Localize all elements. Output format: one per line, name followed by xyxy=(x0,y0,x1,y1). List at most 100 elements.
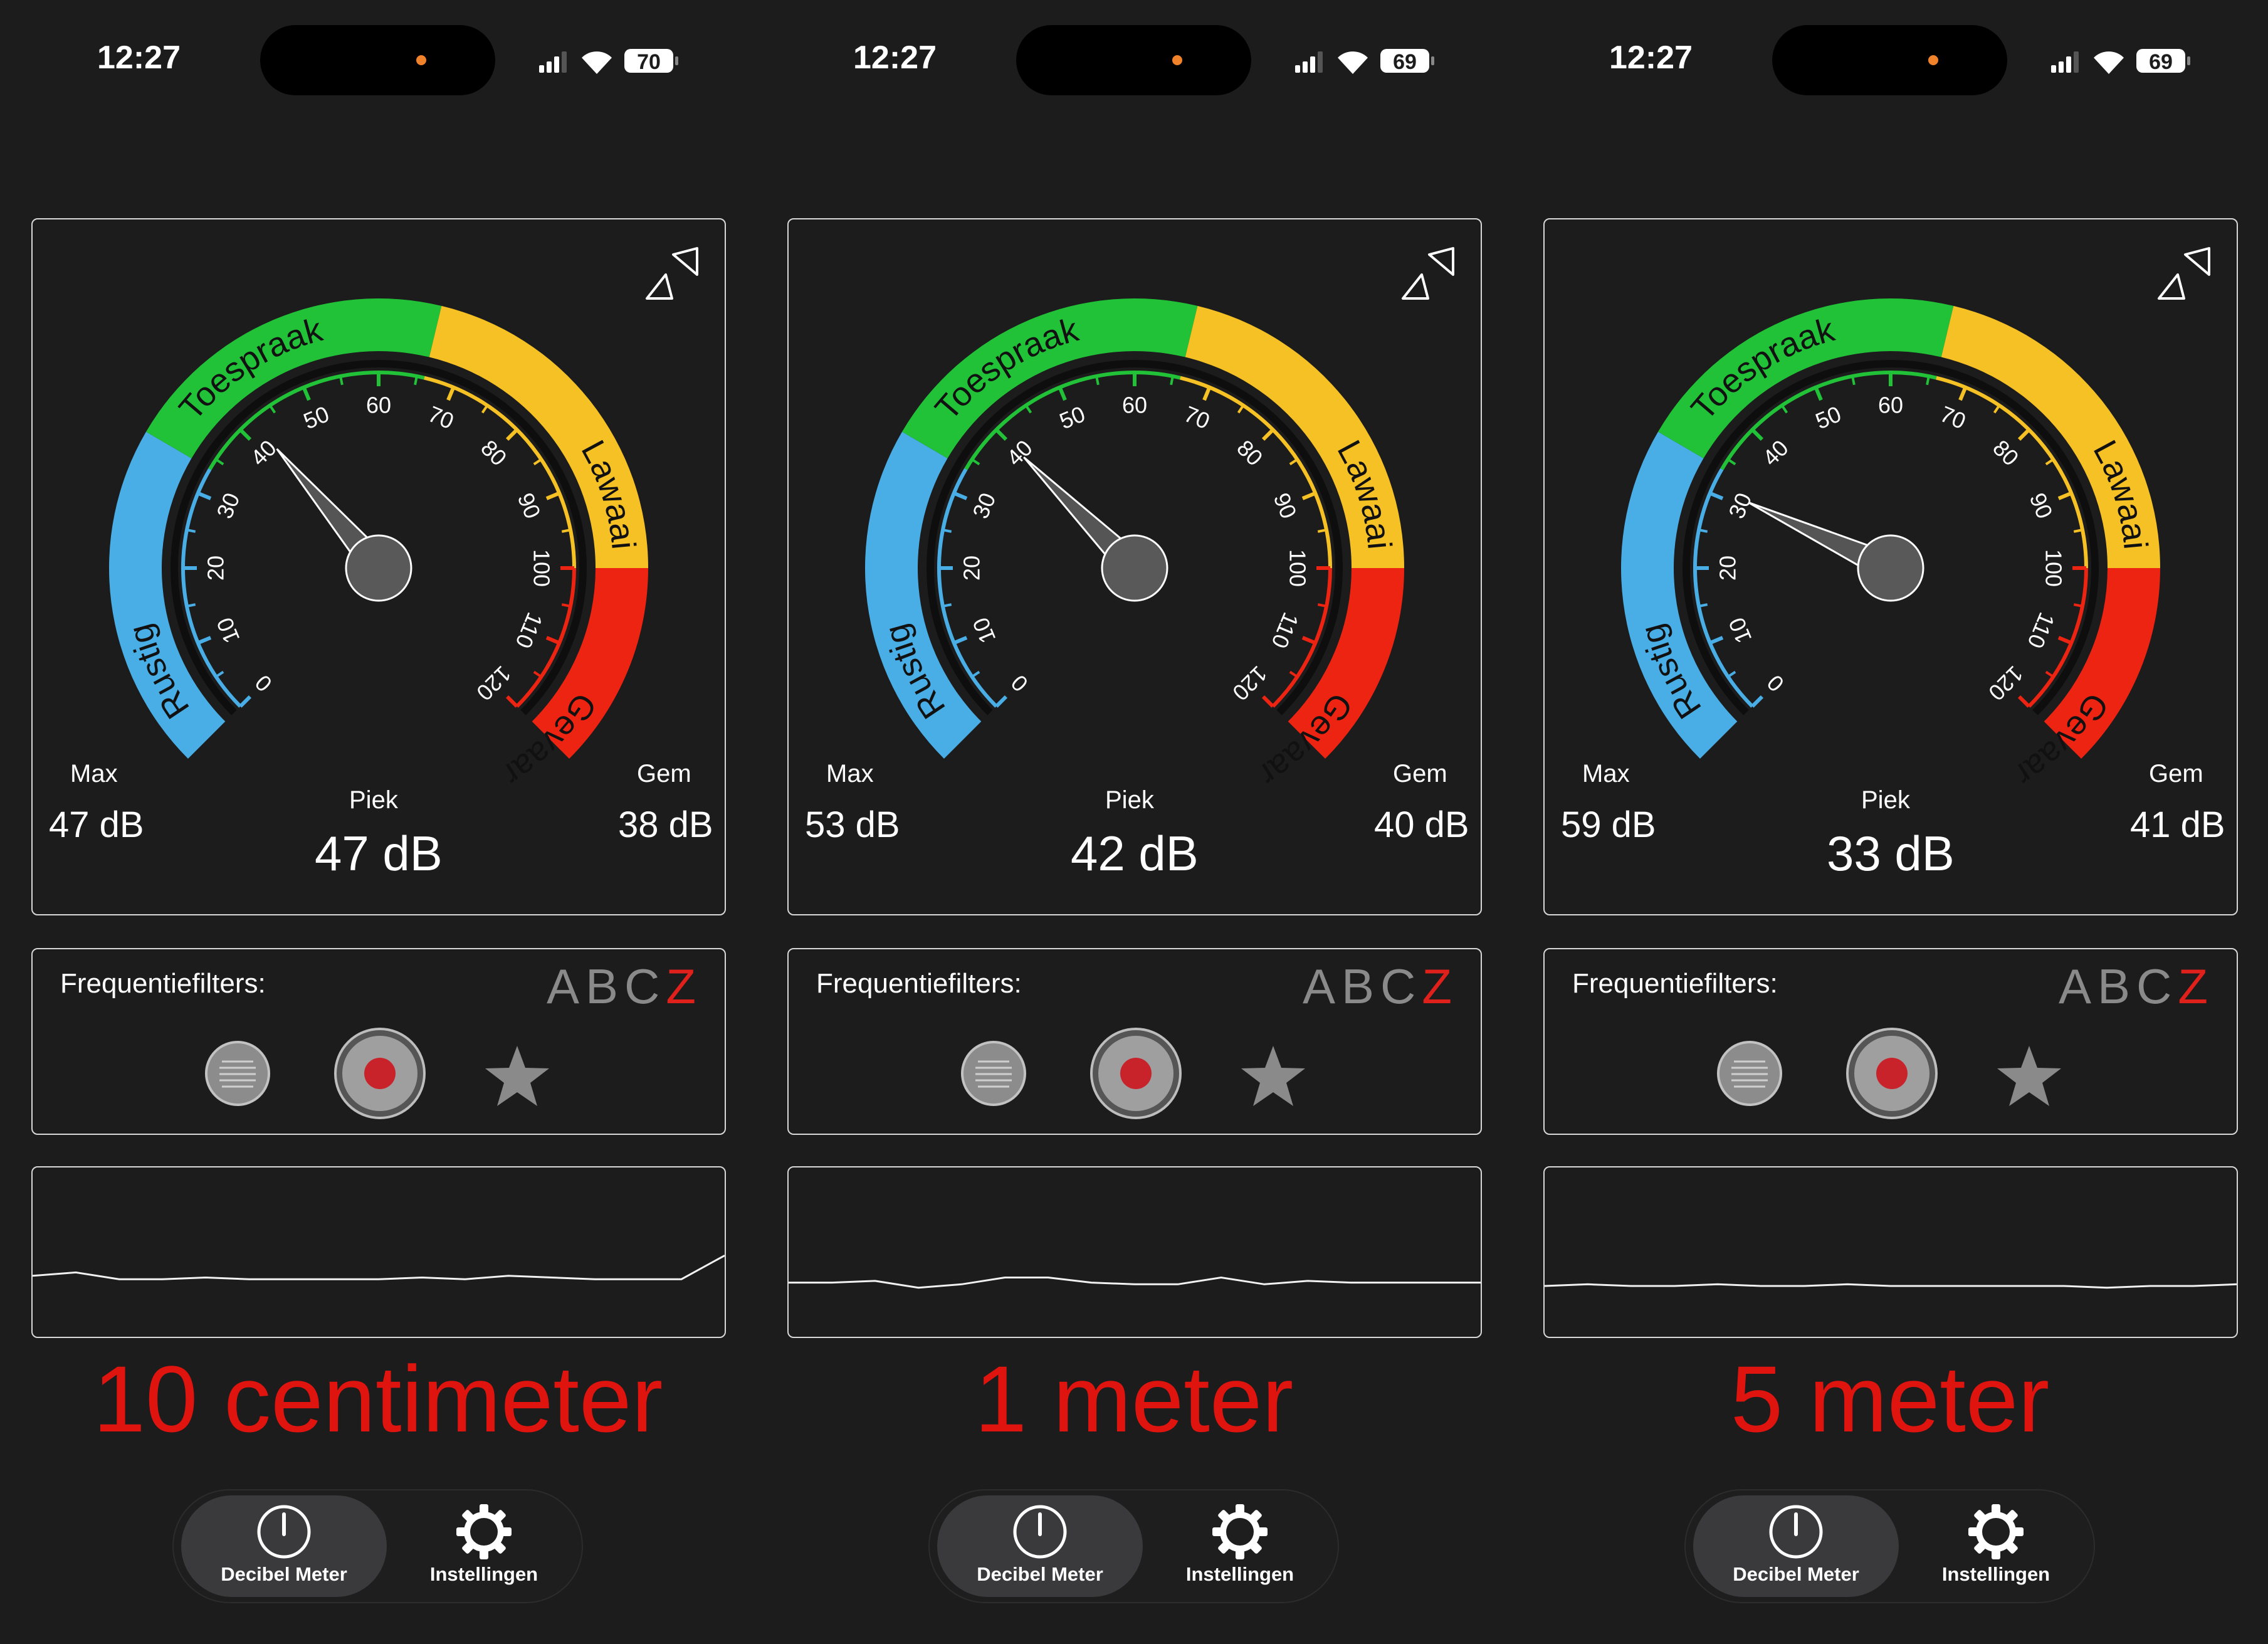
battery-icon: 69 xyxy=(1380,49,1434,74)
scale-label: 20 xyxy=(959,556,985,581)
filter-c[interactable]: C xyxy=(1380,959,1422,1014)
scale-label: 80 xyxy=(1232,435,1268,470)
filter-b[interactable]: B xyxy=(1341,959,1380,1014)
scale-tick xyxy=(2017,695,2030,708)
expand-icon[interactable] xyxy=(641,242,703,305)
distance-caption: 10 centimeter xyxy=(93,1346,663,1452)
scale-tick xyxy=(481,404,489,414)
gear-icon xyxy=(1212,1504,1268,1559)
status-icons: 70 xyxy=(539,49,678,74)
scale-tick xyxy=(953,491,968,500)
record-button[interactable] xyxy=(1845,1027,1938,1120)
scale-tick xyxy=(239,428,252,441)
scale-label: 0 xyxy=(1762,670,1789,697)
list-button[interactable] xyxy=(204,1040,271,1107)
gauge-icon xyxy=(1013,1505,1067,1559)
scale-label: 10 xyxy=(1723,614,1756,647)
tab-settings[interactable]: Instellingen xyxy=(1149,1495,1331,1597)
status-time: 12:27 xyxy=(97,40,181,76)
history-panel xyxy=(31,1166,726,1338)
scale-tick xyxy=(533,670,542,678)
tab-decibel-meter[interactable]: Decibel Meter xyxy=(937,1495,1143,1597)
scale-tick xyxy=(186,603,196,608)
record-button[interactable] xyxy=(333,1027,426,1120)
scale-label: 90 xyxy=(2025,489,2058,522)
signal-icon xyxy=(539,51,567,73)
filter-b[interactable]: B xyxy=(585,959,624,1014)
scale-tick xyxy=(1289,458,1298,466)
status-icons: 69 xyxy=(2051,49,2190,74)
history-waveform xyxy=(1545,1283,2237,1289)
expand-icon[interactable] xyxy=(1397,242,1459,305)
avg-label: Gem xyxy=(1393,760,1447,788)
favorite-button[interactable] xyxy=(1995,1042,2064,1111)
filter-a[interactable]: A xyxy=(1303,959,1341,1014)
avg-value: 40 dB xyxy=(1374,804,1469,845)
phone-screen: 12:27 69 0 10 20 30 40 50 60 70 80 90 10… xyxy=(756,0,1512,1644)
scale-tick xyxy=(1958,386,1968,401)
scale-tick xyxy=(1814,386,1823,401)
scale-label: 40 xyxy=(1757,435,1793,470)
filter-panel: Frequentiefilters: ABCZ xyxy=(31,948,726,1135)
scale-label: 90 xyxy=(513,489,546,522)
max-value: 53 dB xyxy=(805,804,900,845)
needle-hub xyxy=(1101,534,1168,602)
scale-tick xyxy=(268,404,276,414)
filter-a[interactable]: A xyxy=(2059,959,2097,1014)
expand-icon[interactable] xyxy=(2153,242,2215,305)
avg-label: Gem xyxy=(2149,760,2203,788)
gauge-panel: 0 10 20 30 40 50 60 70 80 90 100 110 120 Rustig Toespr… xyxy=(31,218,726,915)
scale-tick xyxy=(1727,458,1736,466)
history-panel xyxy=(1543,1166,2238,1338)
filter-a[interactable]: A xyxy=(547,959,585,1014)
favorite-button[interactable] xyxy=(483,1042,552,1111)
list-button[interactable] xyxy=(1716,1040,1783,1107)
gauge-icon xyxy=(257,1505,311,1559)
scale-tick xyxy=(533,458,542,466)
scale-label: 100 xyxy=(1285,549,1311,587)
scale-tick xyxy=(215,670,224,678)
scale-tick xyxy=(1709,491,1724,500)
filter-c[interactable]: C xyxy=(624,959,666,1014)
signal-icon xyxy=(2051,51,2079,73)
scale-label: 50 xyxy=(1812,401,1845,434)
tab-settings[interactable]: Instellingen xyxy=(393,1495,575,1597)
filter-z[interactable]: Z xyxy=(666,959,702,1014)
scale-tick xyxy=(1698,529,1708,533)
scale-tick xyxy=(971,458,980,466)
scale-tick xyxy=(1261,428,1274,441)
gear-icon xyxy=(456,1504,512,1559)
scale-label: 100 xyxy=(529,549,555,587)
scale-tick xyxy=(197,636,212,645)
max-value: 47 dB xyxy=(49,804,144,845)
avg-value: 38 dB xyxy=(618,804,713,845)
filter-c[interactable]: C xyxy=(2136,959,2178,1014)
record-button[interactable] xyxy=(1089,1027,1182,1120)
mic-indicator-dot xyxy=(416,55,426,65)
scale-label: 20 xyxy=(203,556,229,581)
tab-decibel-meter[interactable]: Decibel Meter xyxy=(181,1495,387,1597)
tab-decibel-meter[interactable]: Decibel Meter xyxy=(1693,1495,1899,1597)
tab-settings[interactable]: Instellingen xyxy=(1905,1495,2087,1597)
scale-tick xyxy=(1202,386,1212,401)
star-icon xyxy=(1997,1046,2061,1106)
favorite-button[interactable] xyxy=(1239,1042,1308,1111)
list-button[interactable] xyxy=(960,1040,1027,1107)
filter-z[interactable]: Z xyxy=(1422,959,1458,1014)
scale-tick xyxy=(2017,428,2030,441)
scale-tick xyxy=(1289,670,1298,678)
scale-label: 70 xyxy=(1180,401,1214,434)
scale-tick xyxy=(215,458,224,466)
filter-z[interactable]: Z xyxy=(2178,959,2214,1014)
filter-b[interactable]: B xyxy=(2097,959,2136,1014)
scale-tick xyxy=(1301,636,1316,645)
status-bar: 12:27 70 xyxy=(0,0,756,125)
filter-selector: ABCZ xyxy=(1303,958,1458,1015)
scale-tick xyxy=(1024,404,1032,414)
filters-title: Frequentiefilters: xyxy=(816,968,1022,999)
scale-tick xyxy=(2045,458,2054,466)
phone-screen: 12:27 69 0 10 20 30 40 50 60 70 80 90 10… xyxy=(1512,0,2268,1644)
scale-label: 30 xyxy=(1723,489,1756,522)
distance-caption: 5 meter xyxy=(1730,1346,2050,1452)
scale-tick xyxy=(2057,636,2072,645)
